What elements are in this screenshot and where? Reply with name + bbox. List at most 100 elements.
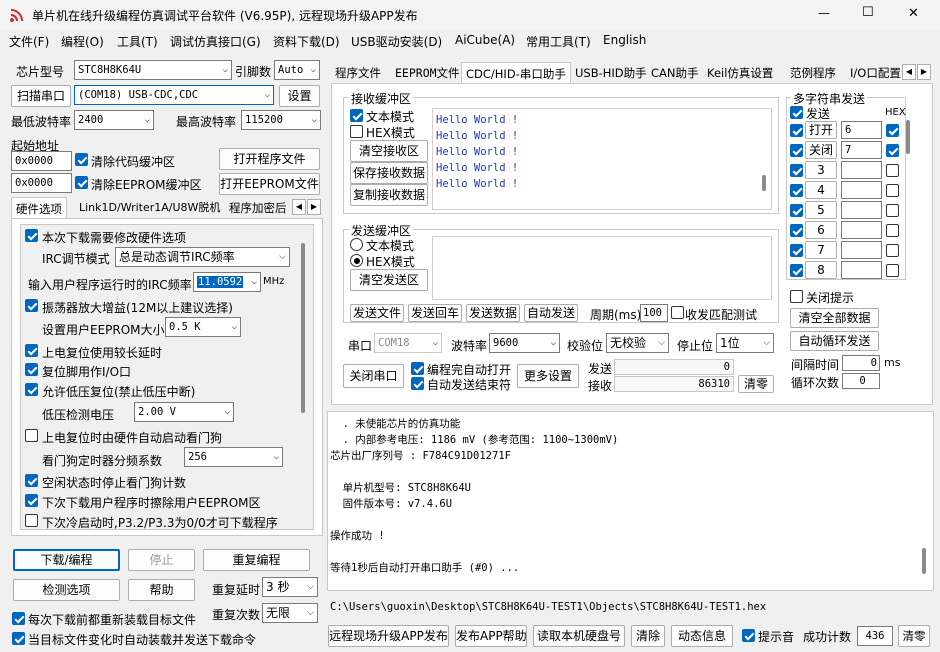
watchdog-autostart-checkbox[interactable] bbox=[25, 429, 38, 442]
menu-download[interactable]: 资料下载(D) bbox=[273, 33, 340, 50]
max-baud-select[interactable]: 115200 ⌵ bbox=[241, 110, 321, 130]
multi-row-hex-checkbox[interactable] bbox=[886, 124, 899, 137]
beep-checkbox[interactable] bbox=[742, 629, 755, 642]
multi-row-enable-checkbox[interactable] bbox=[790, 264, 803, 277]
close-port-button[interactable]: 关闭串口 bbox=[343, 364, 404, 388]
long-reset-delay-checkbox[interactable] bbox=[25, 344, 38, 357]
tab-examples[interactable]: 范例程序 bbox=[786, 62, 840, 84]
cold-start-p32-checkbox[interactable] bbox=[25, 514, 38, 527]
menu-aicube[interactable]: AiCube(A) bbox=[455, 33, 515, 47]
oscillator-gain-checkbox[interactable] bbox=[25, 299, 38, 312]
tab-program-file[interactable]: 程序文件 bbox=[331, 62, 385, 84]
auto-send-button[interactable]: 自动发送 bbox=[524, 304, 578, 322]
send-file-button[interactable]: 发送文件 bbox=[350, 304, 404, 322]
repeat-delay-select[interactable]: 3 秒 ⌵ bbox=[262, 577, 318, 597]
irc-frequency-select[interactable]: 11.0592 ⌵ bbox=[193, 272, 261, 292]
multi-row-enable-checkbox[interactable] bbox=[790, 164, 803, 177]
menu-usb-driver[interactable]: USB驱动安装(D) bbox=[351, 33, 442, 50]
multi-row-enable-checkbox[interactable] bbox=[790, 244, 803, 257]
more-settings-button[interactable]: 更多设置 bbox=[517, 364, 579, 388]
send-textarea[interactable] bbox=[432, 236, 772, 300]
receive-scrollbar[interactable] bbox=[762, 175, 766, 191]
period-input[interactable]: 100 bbox=[640, 304, 668, 322]
eeprom-size-select[interactable]: 0.5 K ⌵ bbox=[165, 317, 241, 337]
eeprom-start-address-input[interactable]: 0x0000 bbox=[11, 173, 72, 193]
multi-row-hex-checkbox[interactable] bbox=[886, 144, 899, 157]
check-options-button[interactable]: 检测选项 bbox=[13, 579, 120, 601]
help-button[interactable]: 帮助 bbox=[128, 579, 195, 601]
multi-send-checkbox[interactable] bbox=[790, 106, 803, 119]
stop-button[interactable]: 停止 bbox=[128, 549, 195, 571]
multi-row-value-input[interactable] bbox=[841, 201, 882, 219]
auto-load-checkbox[interactable] bbox=[12, 632, 25, 645]
recv-text-mode-checkbox[interactable] bbox=[350, 109, 363, 122]
idle-stop-watchdog-checkbox[interactable] bbox=[25, 474, 38, 487]
remote-upgrade-publish-button[interactable]: 远程现场升级APP发布 bbox=[328, 625, 449, 647]
multi-row-hex-checkbox[interactable] bbox=[886, 164, 899, 177]
multi-row-send-button[interactable]: 3 bbox=[805, 161, 837, 179]
menu-tools[interactable]: 工具(T) bbox=[117, 33, 158, 50]
menu-debug[interactable]: 调试仿真接口(G) bbox=[170, 33, 261, 50]
tab-offline-programmer[interactable]: Link1D/Writer1A/U8W脱机 bbox=[75, 197, 224, 219]
recv-hex-mode-checkbox[interactable] bbox=[350, 125, 363, 138]
parity-select[interactable]: 无校验 ⌵ bbox=[606, 333, 669, 353]
tab-eeprom-file[interactable]: EEPROM文件 bbox=[391, 62, 464, 84]
repeat-program-button[interactable]: 重复编程 bbox=[203, 549, 310, 571]
auto-send-end-checkbox[interactable] bbox=[411, 377, 424, 390]
port-settings-button[interactable]: 设置 bbox=[279, 85, 320, 107]
multi-row-value-input[interactable]: 7 bbox=[841, 141, 882, 159]
hw-options-scrollbar[interactable] bbox=[301, 243, 305, 413]
irc-mode-select[interactable]: 总是动态调节IRC频率 ⌵ bbox=[115, 247, 290, 267]
receive-textarea[interactable]: Hello World ! Hello World ! Hello World … bbox=[432, 108, 772, 210]
pin-count-select[interactable]: Auto ⌵ bbox=[274, 60, 320, 80]
lvd-voltage-select[interactable]: 2.00 V ⌵ bbox=[134, 402, 234, 422]
stop-bits-select[interactable]: 1位 ⌵ bbox=[716, 333, 774, 353]
clear-receive-button[interactable]: 清空接收区 bbox=[350, 140, 428, 162]
open-eeprom-file-button[interactable]: 打开EEPROM文件 bbox=[219, 173, 320, 195]
multi-row-value-input[interactable]: 6 bbox=[841, 121, 882, 139]
tab-io-config[interactable]: I/O口配置 bbox=[846, 62, 902, 84]
multi-string-scrollbar[interactable] bbox=[906, 120, 910, 154]
watchdog-prescaler-select[interactable]: 256 ⌵ bbox=[184, 447, 283, 467]
send-cr-button[interactable]: 发送回车 bbox=[408, 304, 462, 322]
interval-input[interactable]: 0 bbox=[842, 355, 880, 371]
menu-english[interactable]: English bbox=[603, 33, 646, 47]
menu-common-tools[interactable]: 常用工具(T) bbox=[526, 33, 591, 50]
publish-app-help-button[interactable]: 发布APP帮助 bbox=[455, 625, 527, 647]
copy-receive-button[interactable]: 复制接收数据 bbox=[350, 184, 428, 206]
multi-row-hex-checkbox[interactable] bbox=[886, 224, 899, 237]
multi-row-send-button[interactable]: 8 bbox=[805, 261, 837, 279]
reset-pin-io-checkbox[interactable] bbox=[25, 363, 38, 376]
tab-scroll-right-icon[interactable]: ▶ bbox=[307, 199, 321, 215]
save-receive-button[interactable]: 保存接收数据 bbox=[350, 162, 428, 184]
multi-row-hex-checkbox[interactable] bbox=[886, 244, 899, 257]
reload-target-checkbox[interactable] bbox=[12, 612, 25, 625]
log-output[interactable]: . 未使能芯片的仿真功能 . 内部参考电压: 1186 mV (参考范围: 11… bbox=[327, 411, 934, 591]
auto-loop-send-button[interactable]: 自动循环发送 bbox=[790, 331, 879, 351]
multi-row-send-button[interactable]: 打开 bbox=[805, 121, 837, 139]
clear-counters-button[interactable]: 清零 bbox=[738, 375, 774, 393]
tab-keil-settings[interactable]: Keil仿真设置 bbox=[703, 62, 777, 84]
scan-port-button[interactable]: 扫描串口 bbox=[11, 85, 71, 107]
multi-row-send-button[interactable]: 6 bbox=[805, 221, 837, 239]
clear-eeprom-buffer-checkbox[interactable] bbox=[75, 176, 88, 189]
tab-scroll-left-icon[interactable]: ◀ bbox=[292, 199, 306, 215]
multi-row-value-input[interactable] bbox=[841, 161, 882, 179]
tab-hardware-options[interactable]: 硬件选项 bbox=[11, 197, 67, 219]
close-button[interactable]: ✕ bbox=[908, 6, 919, 21]
erase-eeprom-checkbox[interactable] bbox=[25, 494, 38, 507]
multi-row-send-button[interactable]: 4 bbox=[805, 181, 837, 199]
modify-hw-options-checkbox[interactable] bbox=[25, 229, 38, 242]
clear-code-buffer-checkbox[interactable] bbox=[75, 153, 88, 166]
multi-row-hex-checkbox[interactable] bbox=[886, 204, 899, 217]
multi-row-value-input[interactable] bbox=[841, 261, 882, 279]
send-text-mode-radio[interactable] bbox=[350, 238, 363, 251]
dynamic-info-button[interactable]: 动态信息 bbox=[671, 625, 733, 647]
multi-row-enable-checkbox[interactable] bbox=[790, 124, 803, 137]
maximize-button[interactable]: ☐ bbox=[862, 5, 874, 20]
auto-open-checkbox[interactable] bbox=[411, 362, 424, 375]
baud-rate-select[interactable]: 9600 ⌵ bbox=[489, 333, 560, 353]
multi-row-value-input[interactable] bbox=[841, 181, 882, 199]
clear-log-button[interactable]: 清除 bbox=[631, 625, 665, 647]
tab-scroll-right-icon[interactable]: ▶ bbox=[917, 64, 931, 80]
